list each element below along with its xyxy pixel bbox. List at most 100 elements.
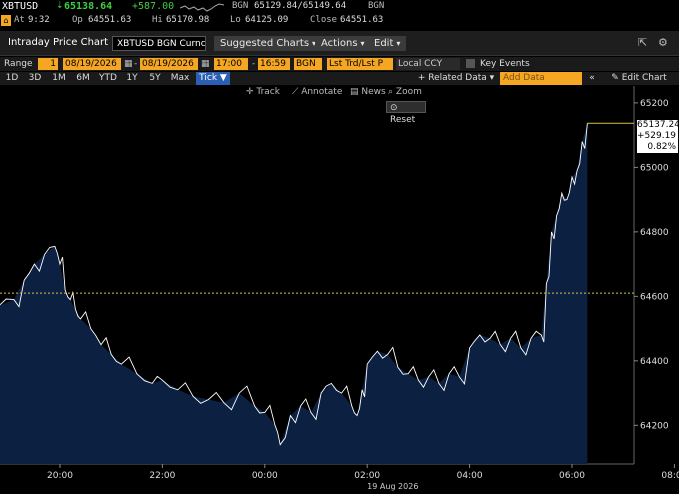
down-arrow-icon: ⇣ xyxy=(56,1,64,11)
currency-select[interactable]: Local CCY xyxy=(396,58,460,70)
timeframe-3d[interactable]: 3D xyxy=(25,72,45,85)
x-tick-label: 20:00 xyxy=(47,471,73,481)
pencil-icon: ✎ xyxy=(611,73,619,83)
reset-label: Reset xyxy=(390,115,416,125)
zoom-tool[interactable]: ⌕ Zoom xyxy=(388,87,422,97)
news-label: News xyxy=(361,87,386,97)
edit-chart-label: Edit Chart xyxy=(621,73,667,83)
bid-ask-label: BGN xyxy=(232,1,249,11)
chart-area[interactable]: 64200 64400 64600 64800 65000 65200 20:00 22:00… xyxy=(0,86,679,491)
y-tick-label: 65000 xyxy=(640,163,669,173)
crosshair-icon: ✛ xyxy=(246,87,254,97)
start-date-input[interactable]: 08/19/2026 xyxy=(63,58,121,70)
security-input[interactable]: XBTUSD BGN Curncy xyxy=(112,36,206,51)
edit-label: Edit xyxy=(374,38,394,49)
timeframe-max[interactable]: Max xyxy=(168,72,192,85)
y-tick-label: 64400 xyxy=(640,357,669,367)
calendar-icon[interactable]: ▦ xyxy=(199,58,212,70)
reset-button[interactable]: ⊙ Reset xyxy=(386,101,426,125)
suggested-charts-label: Suggested Charts xyxy=(220,38,310,49)
last-box-price: 65137.24 xyxy=(637,120,679,130)
x-tick-label: 02:00 xyxy=(354,471,380,481)
last-price-box: 65137.24 +529.19 0.82% xyxy=(637,120,679,153)
high-label: Hi xyxy=(152,15,163,25)
timeframe-6m[interactable]: 6M xyxy=(72,72,94,85)
last-box-change: +529.19 xyxy=(637,131,677,141)
edit-button[interactable]: Edit ▾ xyxy=(368,36,407,51)
track-tool[interactable]: ✛ Track xyxy=(246,87,280,97)
ticker-row-1: XBTUSD ⇣ 65138.64 +587.00 BGN 65129.84/6… xyxy=(0,0,679,14)
add-data-input[interactable]: Add Data xyxy=(500,72,582,85)
exchange-flag-icon: ⌂ xyxy=(1,15,11,26)
open-label: Op xyxy=(72,15,83,25)
timeframe-5y[interactable]: 5Y xyxy=(145,72,165,85)
range-dash: - xyxy=(252,59,256,69)
field-select[interactable]: Lst Trd/Lst P xyxy=(327,58,393,70)
bid-ask: 65129.84/65149.64 xyxy=(254,1,347,11)
time-label: At xyxy=(14,15,25,25)
track-label: Track xyxy=(256,87,280,97)
annotate-tool[interactable]: ⟋ Annotate xyxy=(292,87,342,97)
y-tick-label: 65200 xyxy=(640,99,669,109)
timeframe-row: 1D 3D 1M 6M YTD 1Y 5Y Max Tick ▼ + Relat… xyxy=(0,72,679,85)
x-tick-label: 04:00 xyxy=(457,471,483,481)
sparkline-icon xyxy=(180,3,225,12)
chevron-down-icon: ▼ xyxy=(219,73,227,83)
timeframe-1y[interactable]: 1Y xyxy=(122,72,142,85)
price-change: +587.00 xyxy=(132,1,175,12)
price-chart[interactable]: 64200 64400 64600 64800 65000 65200 20:00 22:00… xyxy=(0,86,679,491)
zoom-label: Zoom xyxy=(395,87,422,97)
related-data-button[interactable]: + Related Data ▾ xyxy=(414,72,498,85)
annotate-label: Annotate xyxy=(301,87,343,97)
settings-icon[interactable]: ⚙ xyxy=(658,36,668,49)
actions-label: Actions xyxy=(321,38,358,49)
timeframe-ytd[interactable]: YTD xyxy=(96,72,120,85)
tick-select[interactable]: Tick ▼ xyxy=(196,72,230,85)
related-data-label: + Related Data xyxy=(417,73,487,83)
y-tick-label: 64800 xyxy=(640,228,669,238)
news-tool[interactable]: ▤ News xyxy=(350,87,386,97)
range-dash: - xyxy=(134,59,138,69)
actions-button[interactable]: Actions ▾ xyxy=(315,36,371,51)
end-date-input[interactable]: 08/19/2026 xyxy=(140,58,198,70)
chevron-down-icon: ▾ xyxy=(396,39,401,48)
news-icon: ▤ xyxy=(350,87,359,97)
start-time-input[interactable]: 17:00 xyxy=(214,58,248,70)
pencil-icon: ⟋ xyxy=(292,87,299,97)
x-tick-label: 00:00 xyxy=(252,471,278,481)
chart-toolbar: Intraday Price Chart XBTUSD BGN Curncy S… xyxy=(0,31,679,56)
key-events-checkbox[interactable] xyxy=(466,59,475,68)
end-time-input[interactable]: 16:59 xyxy=(258,58,290,70)
chevron-down-icon: ▾ xyxy=(360,39,365,48)
low-value: 64125.09 xyxy=(245,15,289,25)
export-icon[interactable]: ⇱ xyxy=(638,36,647,49)
ticker-symbol[interactable]: XBTUSD xyxy=(2,1,38,12)
reset-icon: ⊙ xyxy=(390,103,398,113)
collapse-icon[interactable]: « xyxy=(586,72,598,85)
open-value: 64551.63 xyxy=(88,15,132,25)
close-label: Close xyxy=(310,15,338,25)
range-label: Range xyxy=(4,59,33,69)
suggested-charts-button[interactable]: Suggested Charts▾ xyxy=(214,36,323,51)
y-tick-label: 64200 xyxy=(640,421,669,431)
tick-label: Tick xyxy=(199,73,218,83)
source-input[interactable]: BGN xyxy=(294,58,322,70)
x-tick-label: 22:00 xyxy=(149,471,175,481)
ticker-row-2: ⌂ At 9:32 Op 64551.63 Hi 65170.98 Lo 641… xyxy=(0,14,679,29)
close-value: 64551.63 xyxy=(340,15,384,25)
timeframe-1d[interactable]: 1D xyxy=(2,72,22,85)
time-value: 9:32 xyxy=(28,15,50,25)
last-price: 65138.64 xyxy=(64,1,113,12)
timeframe-1m[interactable]: 1M xyxy=(48,72,70,85)
range-row: Range 1 08/19/2026 ▦ - 08/19/2026 ▦ 17:0… xyxy=(0,57,679,71)
x-tick-label: 06:00 xyxy=(559,471,585,481)
chevron-down-icon: ▾ xyxy=(489,73,495,83)
high-value: 65170.98 xyxy=(166,15,210,25)
edit-chart-button[interactable]: ✎ Edit Chart xyxy=(600,72,678,85)
x-tick-label: 08:00 xyxy=(661,471,679,481)
range-num-input[interactable]: 1 xyxy=(38,58,58,70)
page-title: Intraday Price Chart xyxy=(8,37,109,48)
bid-ask-source: BGN xyxy=(368,1,385,11)
last-box-pct: 0.82% xyxy=(647,142,676,152)
y-tick-label: 64600 xyxy=(640,292,669,302)
